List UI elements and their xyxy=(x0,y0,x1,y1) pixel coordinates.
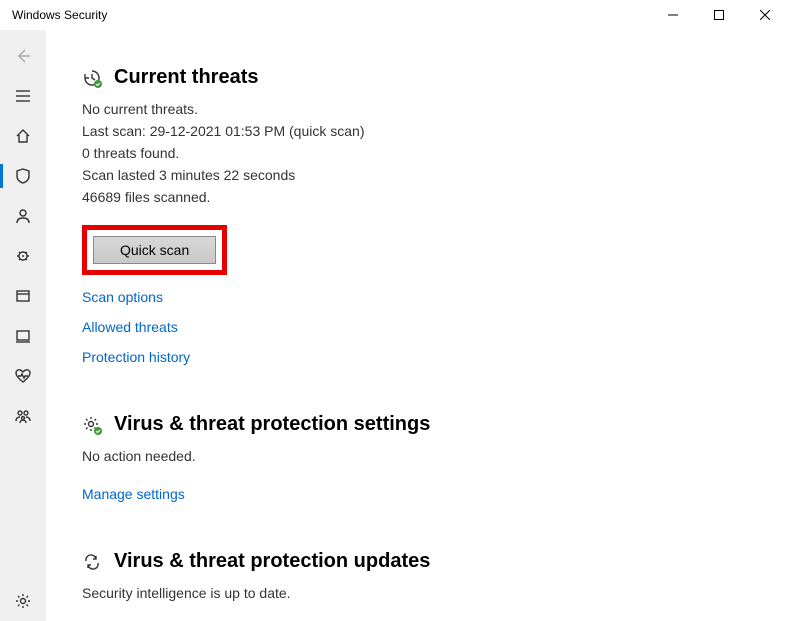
settings-title: Virus & threat protection settings xyxy=(114,413,430,436)
updates-title: Virus & threat protection updates xyxy=(114,550,430,573)
window-controls xyxy=(650,0,788,30)
last-scan-text: Last scan: 29-12-2021 01:53 PM (quick sc… xyxy=(82,121,788,142)
device-security-icon[interactable] xyxy=(0,316,46,356)
threats-found-text: 0 threats found. xyxy=(82,143,788,164)
updates-section: Virus & threat protection updates Securi… xyxy=(82,550,788,604)
current-threats-title: Current threats xyxy=(114,66,258,89)
settings-status-text: No action needed. xyxy=(82,446,788,467)
settings-icon[interactable] xyxy=(0,581,46,621)
content-area: Current threats No current threats. Last… xyxy=(46,30,788,621)
home-icon[interactable] xyxy=(0,116,46,156)
scan-options-link[interactable]: Scan options xyxy=(82,289,788,305)
app-browser-icon[interactable] xyxy=(0,276,46,316)
sidebar xyxy=(0,30,46,621)
shield-icon[interactable] xyxy=(0,156,46,196)
manage-settings-link[interactable]: Manage settings xyxy=(82,486,788,502)
current-threats-section: Current threats No current threats. Last… xyxy=(82,66,788,365)
no-threats-text: No current threats. xyxy=(82,99,788,120)
refresh-icon xyxy=(82,552,102,572)
close-button[interactable] xyxy=(742,0,788,30)
firewall-icon[interactable] xyxy=(0,236,46,276)
account-icon[interactable] xyxy=(0,196,46,236)
menu-button[interactable] xyxy=(0,76,46,116)
quick-scan-highlight: Quick scan xyxy=(82,225,227,275)
back-button[interactable] xyxy=(0,36,46,76)
files-scanned-text: 46689 files scanned. xyxy=(82,187,788,208)
maximize-button[interactable] xyxy=(696,0,742,30)
gear-check-icon xyxy=(82,415,102,435)
titlebar: Windows Security xyxy=(0,0,788,30)
window-title: Windows Security xyxy=(12,8,650,22)
minimize-button[interactable] xyxy=(650,0,696,30)
family-icon[interactable] xyxy=(0,396,46,436)
settings-section: Virus & threat protection settings No ac… xyxy=(82,413,788,502)
scan-duration-text: Scan lasted 3 minutes 22 seconds xyxy=(82,165,788,186)
quick-scan-button[interactable]: Quick scan xyxy=(93,236,216,264)
allowed-threats-link[interactable]: Allowed threats xyxy=(82,319,788,335)
scan-history-icon xyxy=(82,68,102,88)
protection-history-link[interactable]: Protection history xyxy=(82,349,788,365)
updates-status-text: Security intelligence is up to date. xyxy=(82,583,788,604)
device-health-icon[interactable] xyxy=(0,356,46,396)
